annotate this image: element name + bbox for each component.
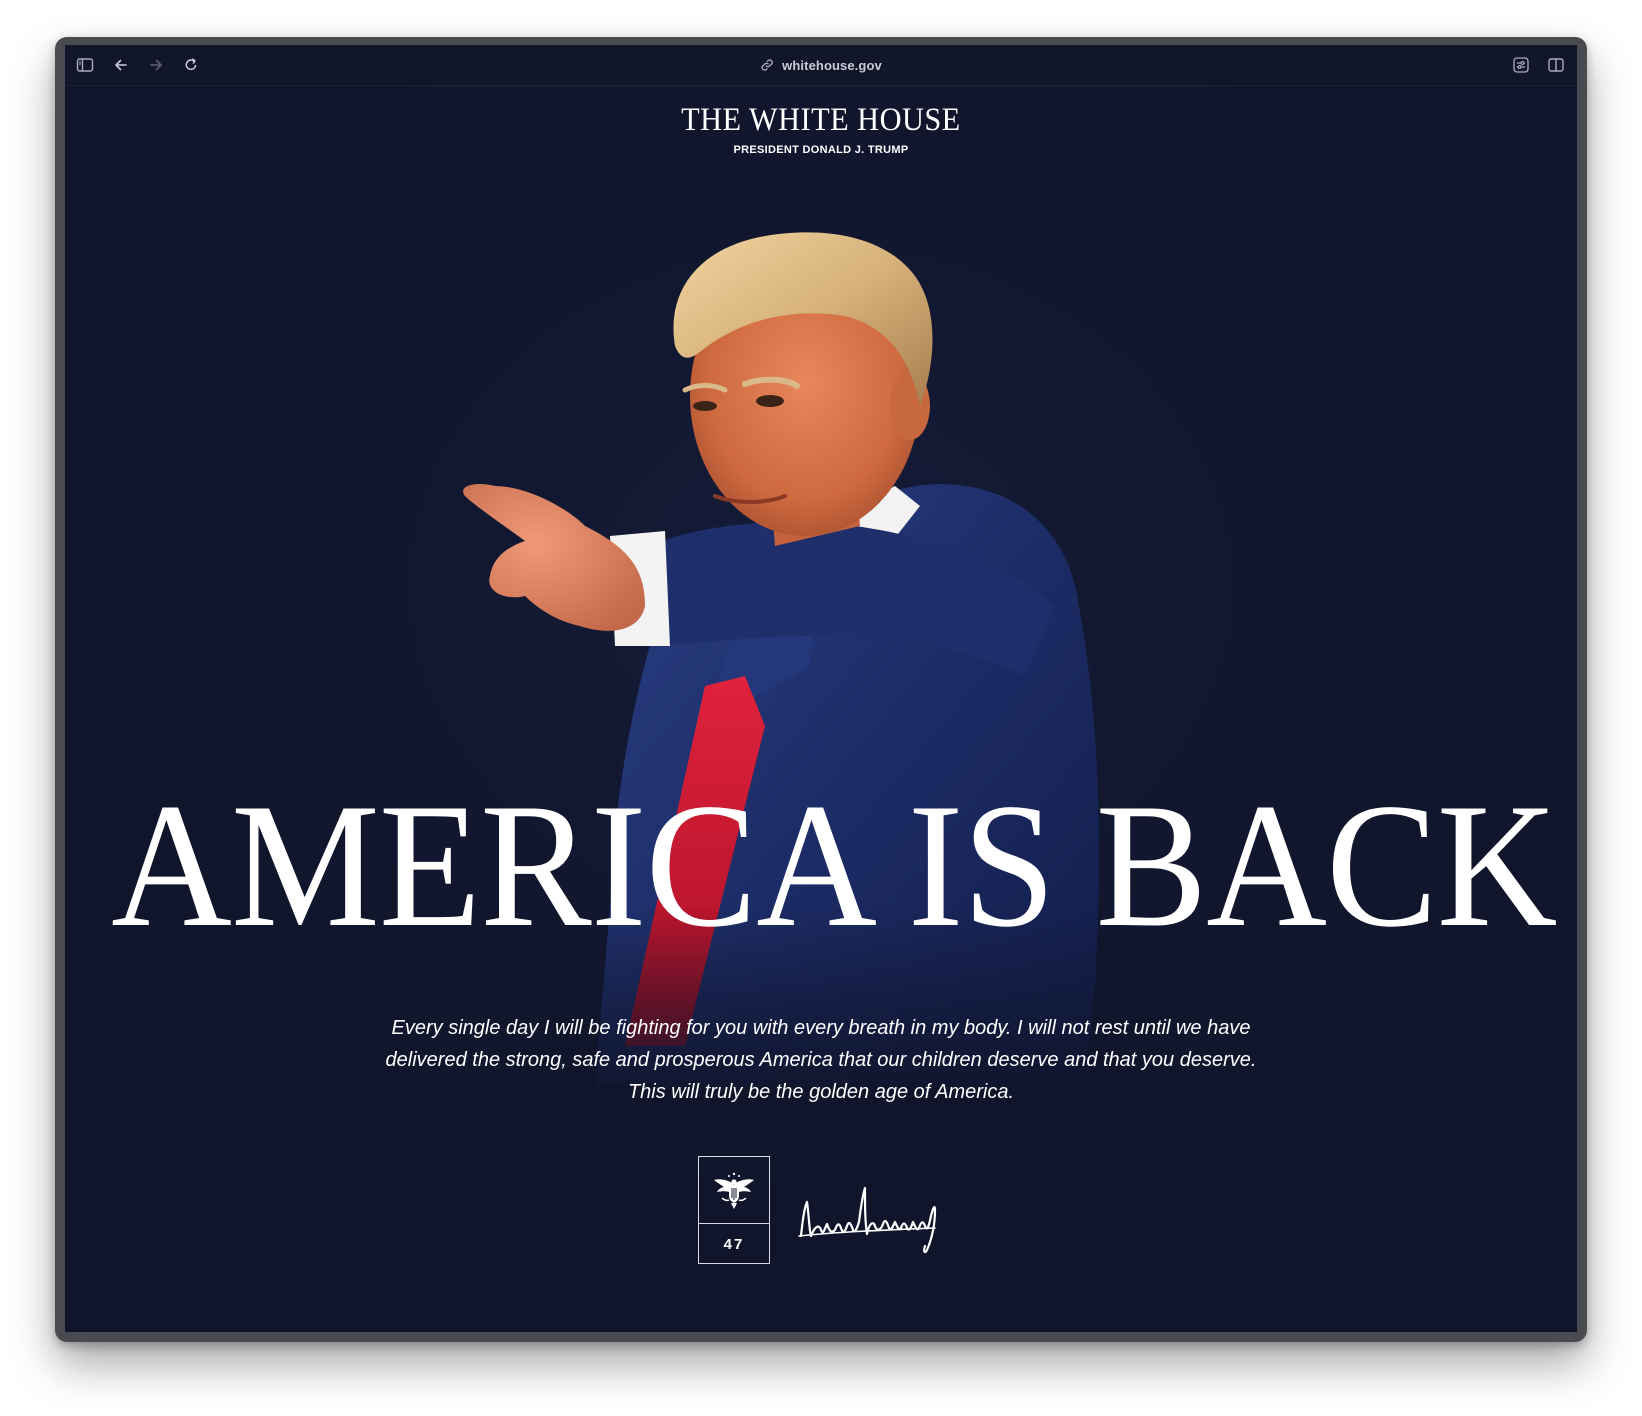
emblem-number: 47 xyxy=(723,1235,745,1253)
back-arrow-icon xyxy=(115,59,127,71)
signature-image xyxy=(798,1186,937,1254)
hero-quote-line: This will truly be the golden age of Ame… xyxy=(627,1081,1015,1103)
president-photo xyxy=(65,86,1577,1332)
link-icon xyxy=(761,59,773,71)
sidebar-toggle-button[interactable] xyxy=(73,53,97,77)
hero-quote-line: Every single day I will be fighting for … xyxy=(391,1017,1251,1039)
hero-quote-line: delivered the strong, safe and prosperou… xyxy=(385,1049,1257,1071)
hero-headline: AMERICA IS BACK xyxy=(65,770,1577,960)
presidential-emblem: 47 xyxy=(698,1156,770,1264)
address-bar-url: whitehouse.gov xyxy=(782,57,882,73)
webpage: THE WHITE HOUSE PRESIDENT DONALD J. TRUM… xyxy=(65,86,1577,1332)
address-bar[interactable]: whitehouse.gov xyxy=(760,55,882,75)
site-subtitle: PRESIDENT DONALD J. TRUMP xyxy=(733,144,909,156)
back-button[interactable] xyxy=(109,53,133,77)
hero-quote: Every single day I will be fighting for … xyxy=(65,1012,1577,1108)
page-settings-icon xyxy=(1513,57,1529,73)
presidential-eagle-icon xyxy=(714,1172,754,1209)
browser-window: whitehouse.gov THE WHITE HOUSE PRESIDENT… xyxy=(55,37,1587,1342)
page-settings-button[interactable] xyxy=(1509,53,1533,77)
site-title-link[interactable]: THE WHITE HOUSE xyxy=(681,100,961,140)
forward-button[interactable] xyxy=(144,53,168,77)
browser-toolbar: whitehouse.gov xyxy=(65,45,1577,86)
screenshot-stage: whitehouse.gov THE WHITE HOUSE PRESIDENT… xyxy=(0,0,1642,1416)
forward-arrow-icon xyxy=(150,59,162,71)
hero-headline-text: AMERICA IS BACK xyxy=(111,766,1557,964)
reload-icon xyxy=(185,58,197,71)
reload-button[interactable] xyxy=(179,53,203,77)
site-masthead: THE WHITE HOUSE PRESIDENT DONALD J. TRUM… xyxy=(65,100,1577,156)
sidebar-icon xyxy=(76,58,94,72)
browser-content-frame: whitehouse.gov THE WHITE HOUSE PRESIDENT… xyxy=(65,45,1577,1332)
split-view-icon xyxy=(1548,58,1564,72)
split-view-button[interactable] xyxy=(1544,53,1568,77)
emblem-seal-area xyxy=(699,1157,769,1224)
